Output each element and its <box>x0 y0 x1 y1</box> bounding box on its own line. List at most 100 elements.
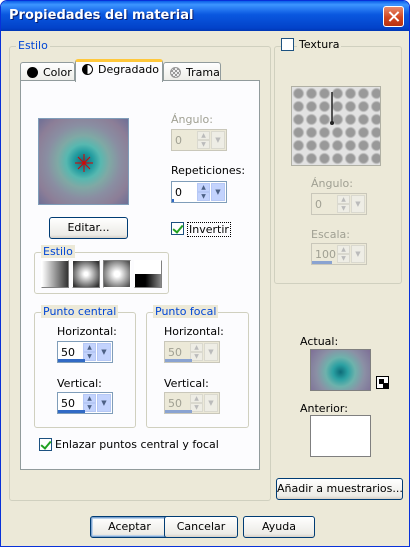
half-circle-icon <box>82 64 93 75</box>
linear-style-icon[interactable] <box>41 260 69 288</box>
up-arrow-icon[interactable]: ▲ <box>197 183 210 192</box>
up-arrow-icon[interactable]: ▲ <box>83 394 96 403</box>
style-group-label: Estilo <box>16 39 50 52</box>
radial-style-icon[interactable] <box>134 260 162 288</box>
angle-stepper-arrows: ▲ ▼ ▼ <box>197 131 225 149</box>
focal-vertical-label: Vertical: <box>164 377 209 390</box>
up-arrow-icon[interactable]: ▲ <box>190 394 203 403</box>
focal-horizontal-value: 50 <box>168 346 182 359</box>
focal-horizontal-label: Horizontal: <box>164 325 224 338</box>
center-horizontal-label: Horizontal: <box>57 325 117 338</box>
previous-label: Anterior: <box>300 402 348 415</box>
down-arrow-icon[interactable]: ▼ <box>337 204 350 213</box>
focal-vertical-stepper[interactable]: 50 ▲ ▼ ▼ <box>164 392 220 414</box>
down-arrow-icon[interactable]: ▼ <box>337 254 350 263</box>
center-vertical-arrows: ▲ ▼ ▼ <box>83 394 111 412</box>
down-arrow-icon[interactable]: ▼ <box>197 140 210 149</box>
up-arrow-icon[interactable]: ▲ <box>197 131 210 140</box>
texture-scale-stepper[interactable]: 100 ▲ ▼ ▼ <box>311 243 367 265</box>
focal-vertical-arrows: ▲ ▼ ▼ <box>190 394 218 412</box>
chevron-down-icon[interactable]: ▼ <box>97 343 111 361</box>
texture-scale-updown: ▲ ▼ <box>337 245 350 263</box>
tab-degradado[interactable]: Degradado <box>75 59 163 82</box>
texture-angle-value: 0 <box>315 198 322 211</box>
link-points-checkbox[interactable] <box>39 438 52 451</box>
previous-swatch[interactable] <box>310 415 371 457</box>
up-arrow-icon[interactable]: ▲ <box>337 195 350 204</box>
center-horizontal-bar[interactable] <box>58 359 85 362</box>
center-horizontal-value: 50 <box>61 346 75 359</box>
chevron-down-icon[interactable]: ▼ <box>351 195 365 213</box>
chevron-down-icon[interactable]: ▼ <box>97 394 111 412</box>
tab-color[interactable]: Color <box>20 62 75 82</box>
center-horizontal-arrows: ▲ ▼ ▼ <box>83 343 111 361</box>
texture-label[interactable]: Textura <box>297 38 342 51</box>
up-arrow-icon[interactable]: ▲ <box>83 343 96 352</box>
pattern-icon <box>170 67 181 78</box>
gradient-preview[interactable] <box>38 118 129 205</box>
tab-degradado-label: Degradado <box>98 63 159 76</box>
sunburst-style-icon[interactable] <box>103 260 131 288</box>
focal-horizontal-arrows: ▲ ▼ ▼ <box>190 343 218 361</box>
angle-stepper[interactable]: 0 ▲ ▼ ▼ <box>171 129 227 151</box>
center-horizontal-stepper[interactable]: 50 ▲ ▼ ▼ <box>57 341 113 363</box>
texture-scale-arrows: ▲ ▼ ▼ <box>337 245 365 263</box>
focal-horizontal-stepper[interactable]: 50 ▲ ▼ ▼ <box>164 341 220 363</box>
link-points-label[interactable]: Enlazar puntos central y focal <box>55 438 219 451</box>
invert-checkbox[interactable] <box>171 222 184 235</box>
chevron-down-icon[interactable]: ▼ <box>211 183 225 201</box>
tab-trama[interactable]: Trama <box>163 62 221 82</box>
close-button[interactable] <box>383 6 404 27</box>
chevron-down-icon[interactable]: ▼ <box>204 394 218 412</box>
center-vertical-bar[interactable] <box>58 410 85 413</box>
chevron-down-icon[interactable]: ▼ <box>211 131 225 149</box>
focal-vertical-value: 50 <box>168 397 182 410</box>
up-arrow-icon[interactable]: ▲ <box>190 343 203 352</box>
texture-scale-bar[interactable] <box>312 261 332 264</box>
crosshair-icon <box>75 154 93 172</box>
tab-trama-label: Trama <box>186 66 220 79</box>
center-vertical-value: 50 <box>61 397 75 410</box>
focal-point-label: Punto focal <box>153 305 219 318</box>
window-title: Propiedades del material <box>9 8 194 23</box>
center-point-label: Punto central <box>41 305 119 318</box>
angle-value: 0 <box>175 134 182 147</box>
texture-angle-updown: ▲ ▼ <box>337 195 350 213</box>
repeat-label: Repeticiones: <box>171 164 246 177</box>
repeat-updown: ▲ ▼ <box>197 183 210 201</box>
edit-button[interactable]: Editar... <box>49 217 128 239</box>
rectangular-style-icon[interactable] <box>72 260 100 288</box>
up-arrow-icon[interactable]: ▲ <box>337 245 350 254</box>
cancel-button[interactable]: Cancelar <box>164 516 238 538</box>
texture-angle-arrows: ▲ ▼ ▼ <box>337 195 365 213</box>
material-properties-window: Propiedades del material Estilo Color Tr… <box>0 0 410 547</box>
center-vertical-label: Vertical: <box>57 377 102 390</box>
chevron-down-icon[interactable]: ▼ <box>204 343 218 361</box>
texture-angle-label: Ángulo: <box>311 177 353 190</box>
actual-label: Actual: <box>300 335 339 348</box>
texture-preview[interactable] <box>291 86 381 166</box>
repeat-stepper[interactable]: 0 ▲ ▼ ▼ <box>171 181 227 203</box>
title-bar[interactable]: Propiedades del material <box>1 1 409 31</box>
actual-swatch <box>310 349 371 391</box>
black-circle-icon <box>27 67 38 78</box>
invert-label[interactable]: Invertir <box>187 222 231 237</box>
gradient-style-label: Estilo <box>41 245 75 258</box>
add-to-swatches-button[interactable]: Añadir a muestrarios... <box>276 478 403 500</box>
angle-label: Ángulo: <box>171 113 213 126</box>
down-arrow-icon[interactable]: ▼ <box>197 192 210 201</box>
tab-color-label: Color <box>43 66 72 79</box>
texture-scale-value: 100 <box>315 248 336 261</box>
texture-checkbox[interactable] <box>281 38 294 51</box>
center-vertical-stepper[interactable]: 50 ▲ ▼ ▼ <box>57 392 113 414</box>
repeat-slider-bar[interactable] <box>172 199 174 202</box>
focal-vertical-bar[interactable] <box>165 410 192 413</box>
ok-button[interactable]: Aceptar <box>90 516 169 538</box>
repeat-value: 0 <box>175 186 182 199</box>
texture-angle-stepper[interactable]: 0 ▲ ▼ ▼ <box>311 193 367 215</box>
focal-horizontal-bar[interactable] <box>165 359 192 362</box>
texture-scale-label: Escala: <box>311 228 350 241</box>
help-button[interactable]: Ayuda <box>243 516 315 538</box>
chevron-down-icon[interactable]: ▼ <box>351 245 365 263</box>
swap-icon[interactable] <box>376 376 389 389</box>
